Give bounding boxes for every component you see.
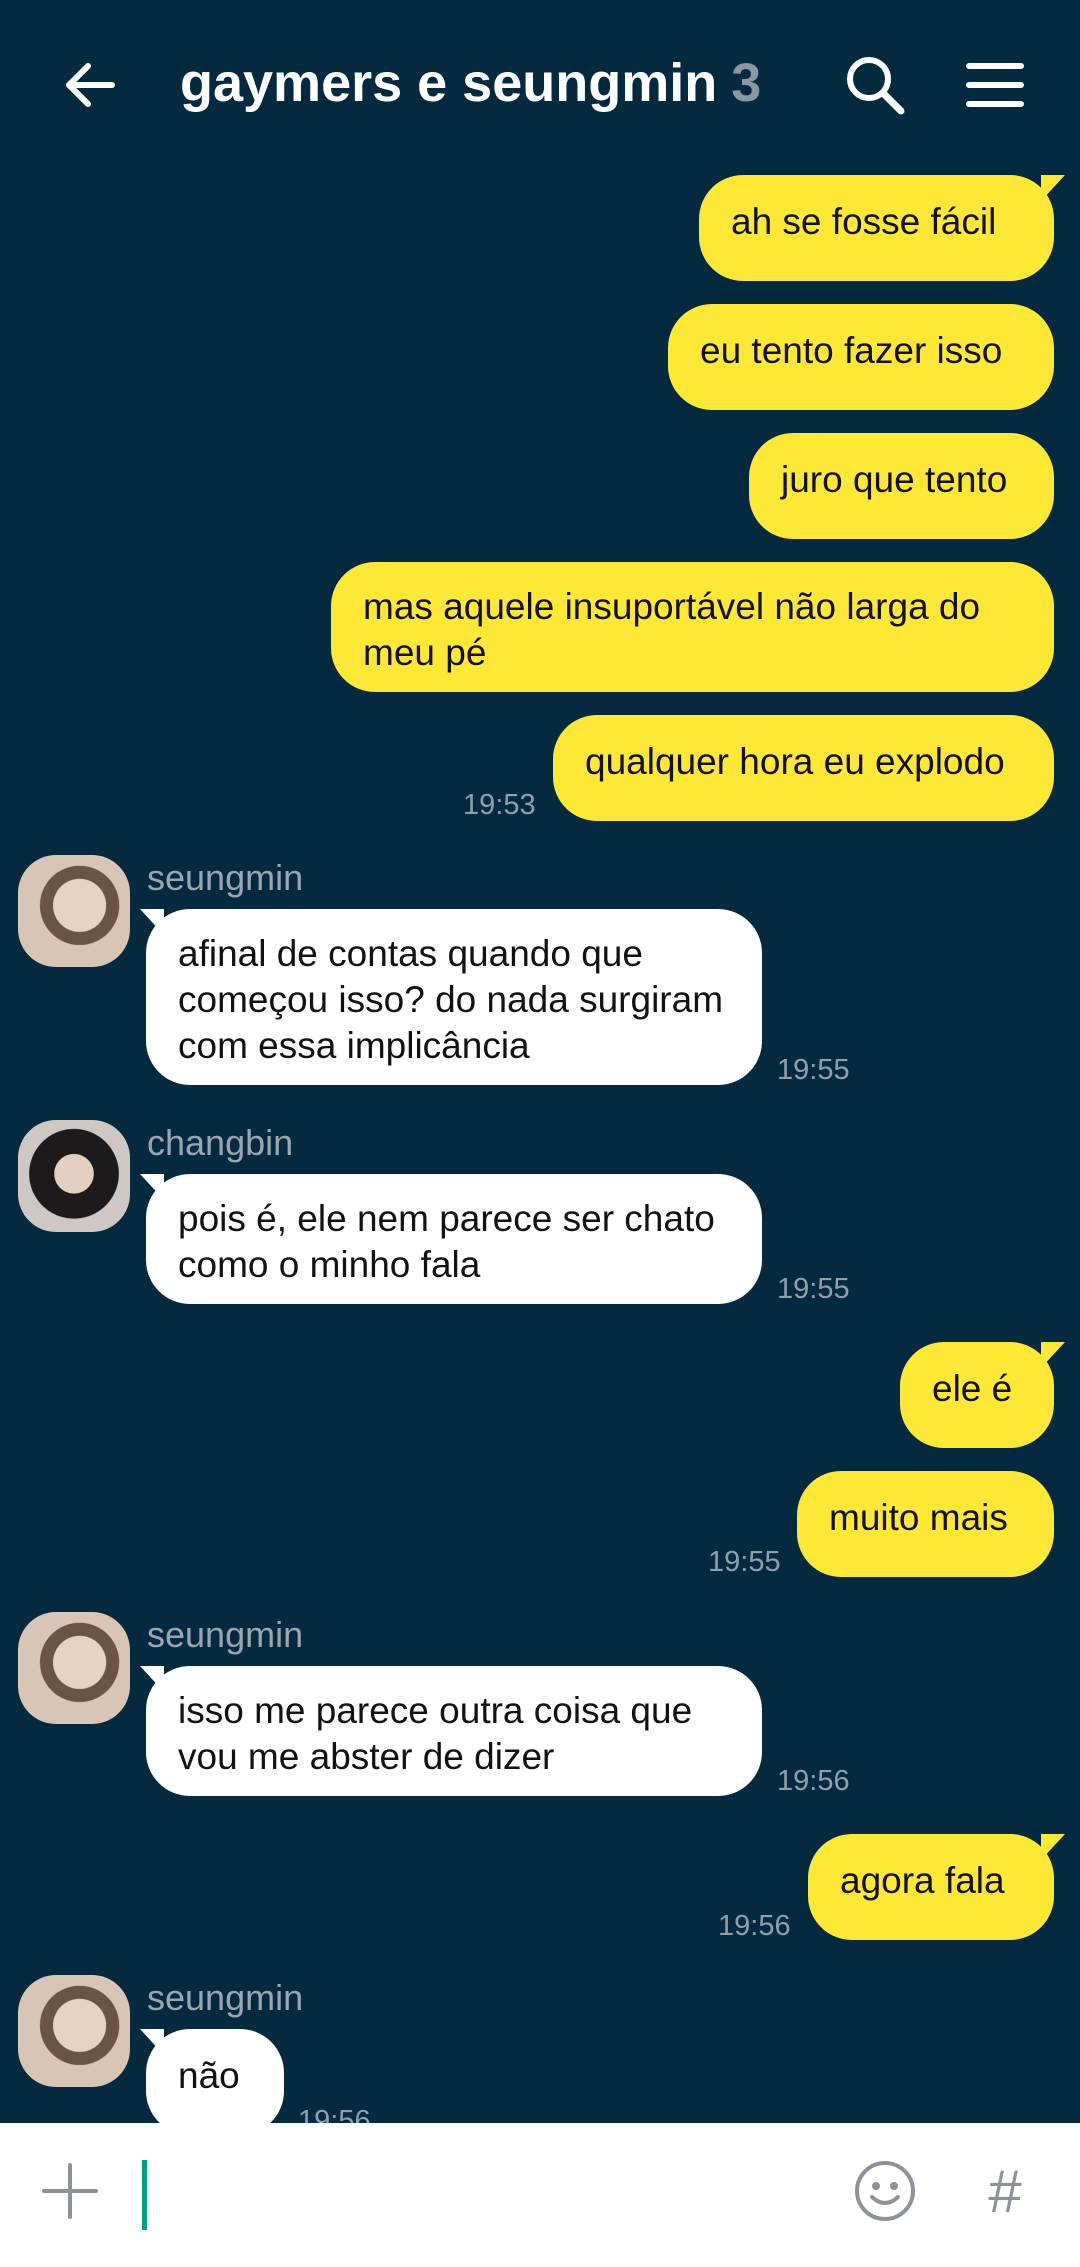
chat-title-text: gaymers e seungmin bbox=[180, 53, 718, 113]
chat-header: gaymers e seungmin 3 bbox=[0, 0, 1080, 170]
bubble-tail bbox=[1041, 1834, 1065, 1860]
smiley-icon bbox=[855, 2161, 915, 2221]
sender-name: changbin bbox=[147, 1122, 294, 1163]
sender-name: seungmin bbox=[147, 1614, 304, 1655]
message-input[interactable] bbox=[140, 2147, 820, 2243]
my-message-bubble[interactable]: muito mais bbox=[797, 1471, 1054, 1577]
emoji-button[interactable] bbox=[845, 2151, 925, 2231]
sender-name: seungmin bbox=[147, 857, 304, 898]
message-timestamp: 19:53 bbox=[463, 789, 536, 821]
my-message-bubble[interactable]: mas aquele insuportável não larga do meu… bbox=[331, 562, 1054, 692]
my-message-bubble[interactable]: ele é bbox=[900, 1342, 1054, 1448]
member-count: 3 bbox=[731, 53, 762, 113]
chat-screen: gaymers e seungmin 3 ah se fosse fácil eu… bbox=[0, 0, 1080, 2267]
message-timestamp: 19:56 bbox=[777, 1765, 850, 1797]
back-button[interactable] bbox=[50, 45, 130, 125]
avatar[interactable] bbox=[18, 1975, 130, 2087]
my-message-bubble[interactable]: eu tento fazer isso bbox=[668, 304, 1054, 410]
bubble-tail bbox=[1041, 175, 1065, 201]
my-message-bubble[interactable]: agora fala bbox=[808, 1834, 1054, 1940]
avatar[interactable] bbox=[18, 1120, 130, 1232]
hashtag-button[interactable]: # bbox=[965, 2151, 1045, 2231]
plus-icon bbox=[42, 2163, 98, 2219]
hashtag-icon: # bbox=[988, 2157, 1022, 2225]
my-message-bubble[interactable]: qualquer hora eu explodo bbox=[553, 715, 1054, 821]
search-icon bbox=[847, 57, 905, 115]
message-timestamp: 19:55 bbox=[777, 1054, 850, 1086]
message-timestamp: 19:55 bbox=[708, 1546, 781, 1578]
avatar[interactable] bbox=[18, 1612, 130, 1724]
bubble-tail bbox=[1041, 1342, 1065, 1368]
text-cursor bbox=[142, 2160, 147, 2230]
their-message-bubble[interactable]: não bbox=[146, 2029, 284, 2135]
hamburger-menu-icon bbox=[966, 63, 1024, 107]
chat-title: gaymers e seungmin 3 bbox=[180, 52, 761, 114]
my-message-bubble[interactable]: juro que tento bbox=[749, 433, 1054, 539]
message-timestamp: 19:55 bbox=[777, 1273, 850, 1305]
my-message-bubble[interactable]: ah se fosse fácil bbox=[699, 175, 1054, 281]
their-message-bubble[interactable]: pois é, ele nem parece ser chato como o … bbox=[146, 1174, 762, 1304]
search-button[interactable] bbox=[835, 45, 915, 125]
attach-button[interactable] bbox=[30, 2151, 110, 2231]
avatar[interactable] bbox=[18, 855, 130, 967]
message-composer: # bbox=[0, 2123, 1080, 2267]
message-timestamp: 19:56 bbox=[718, 1910, 791, 1942]
their-message-bubble[interactable]: isso me parece outra coisa que vou me ab… bbox=[146, 1666, 762, 1796]
sender-name: seungmin bbox=[147, 1977, 304, 2018]
their-message-bubble[interactable]: afinal de contas quando que começou isso… bbox=[146, 909, 762, 1085]
menu-button[interactable] bbox=[955, 45, 1035, 125]
arrow-left-icon bbox=[66, 63, 115, 107]
